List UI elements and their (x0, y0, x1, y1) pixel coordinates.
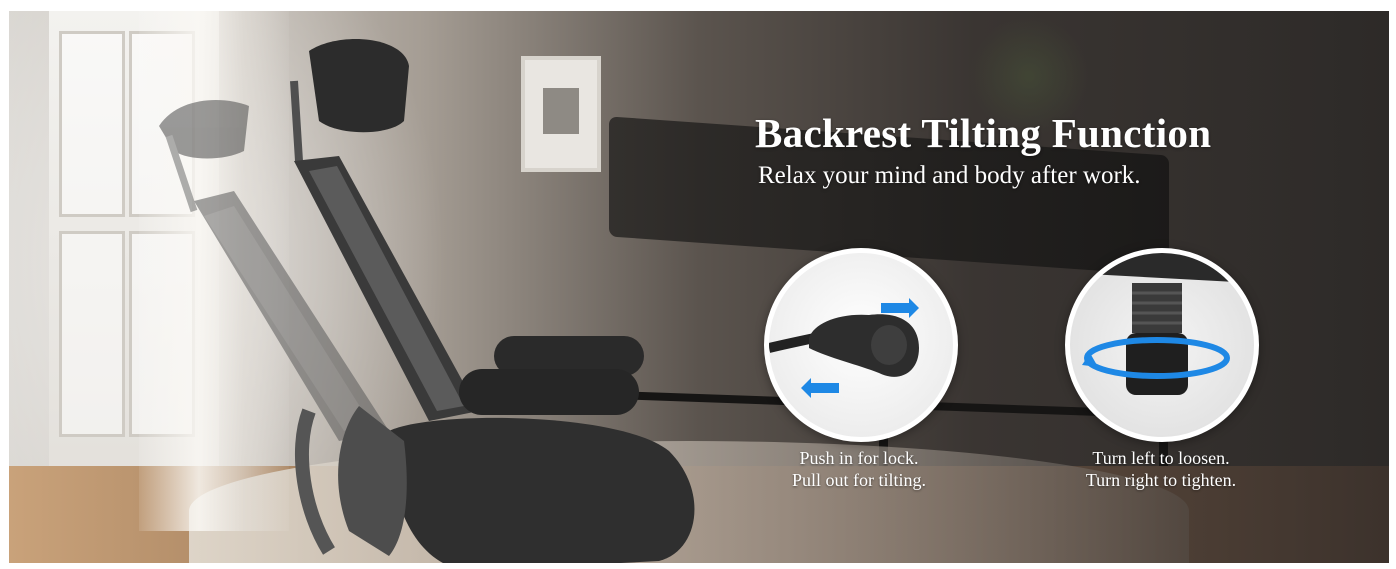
banner-subtitle: Relax your mind and body after work. (758, 162, 1141, 189)
product-banner: Backrest Tilting Function Relax your min… (9, 11, 1389, 563)
lever-caption: Push in for lock. Pull out for tilting. (766, 447, 952, 491)
lever-handle-icon (769, 298, 919, 398)
lever-caption-line1: Push in for lock. (799, 448, 919, 468)
tension-knob-icon (1070, 253, 1254, 395)
knob-feature-circle (1065, 248, 1259, 442)
banner-title: Backrest Tilting Function (755, 110, 1212, 156)
office-chair-image (159, 39, 695, 563)
knob-caption-line1: Turn left to loosen. (1092, 448, 1230, 468)
knob-caption: Turn left to loosen. Turn right to tight… (1061, 447, 1261, 491)
lever-feature-circle (764, 248, 958, 442)
knob-caption-line2: Turn right to tighten. (1085, 470, 1237, 490)
lever-caption-line2: Pull out for tilting. (791, 470, 926, 490)
